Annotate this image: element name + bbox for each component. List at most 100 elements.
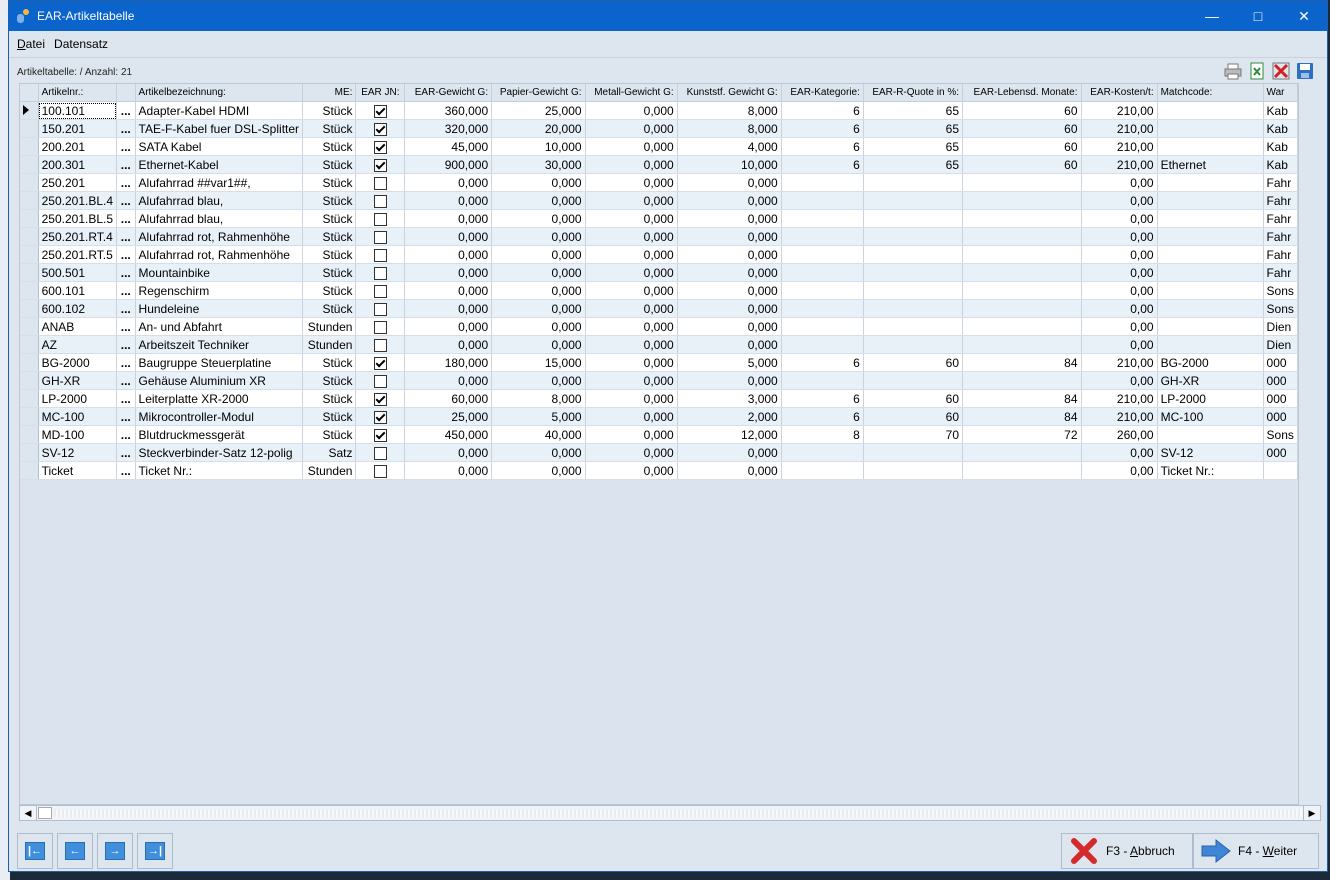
cell-ear-kosten[interactable]: 210,00: [1081, 155, 1158, 174]
cell-ear-lebensdauer[interactable]: 72: [962, 425, 1082, 444]
cell-artikelbezeichnung[interactable]: Arbeitszeit Techniker: [135, 335, 304, 354]
cell-ear-kategorie[interactable]: [781, 227, 864, 246]
cell-ear-lebensdauer[interactable]: [962, 317, 1082, 336]
cell-metall-gewicht[interactable]: 0,000: [585, 353, 678, 372]
cell-ear-gewicht[interactable]: 0,000: [404, 443, 493, 462]
cell-metall-gewicht[interactable]: 0,000: [585, 299, 678, 318]
row-selector[interactable]: [20, 173, 39, 192]
cell-artikelbezeichnung[interactable]: Alufahrrad blau,: [135, 209, 304, 228]
cell-ear-lebensdauer[interactable]: 84: [962, 389, 1082, 408]
cell-warengruppe[interactable]: [1263, 461, 1298, 480]
cell-artikelnr[interactable]: SV-12: [38, 443, 118, 462]
cell-me[interactable]: Satz: [302, 443, 357, 462]
cell-ear-kategorie[interactable]: [781, 281, 864, 300]
cell-me[interactable]: Stück: [302, 389, 357, 408]
cell-ear-kategorie[interactable]: 6: [781, 353, 864, 372]
cell-artikelbezeichnung[interactable]: Mikrocontroller-Modul: [135, 407, 304, 426]
lookup-button[interactable]: ...: [116, 263, 136, 282]
cell-ear-kosten[interactable]: 0,00: [1081, 317, 1158, 336]
next-record-button[interactable]: →: [97, 833, 133, 869]
col-ear-gewicht[interactable]: EAR-Gewicht G:: [404, 84, 493, 102]
cell-artikelbezeichnung[interactable]: Blutdruckmessgerät: [135, 425, 304, 444]
cell-artikelnr[interactable]: 250.201.RT.4: [38, 227, 118, 246]
cell-me[interactable]: Stück: [302, 191, 357, 210]
cell-ear-kosten[interactable]: 0,00: [1081, 281, 1158, 300]
cell-metall-gewicht[interactable]: 0,000: [585, 137, 678, 156]
cell-papier-gewicht[interactable]: 0,000: [491, 191, 586, 210]
minimize-button[interactable]: —: [1189, 1, 1235, 31]
cell-papier-gewicht[interactable]: 0,000: [491, 173, 586, 192]
row-selector[interactable]: [20, 407, 39, 426]
cell-metall-gewicht[interactable]: 0,000: [585, 443, 678, 462]
cell-ear-lebensdauer[interactable]: 84: [962, 353, 1082, 372]
cell-warengruppe[interactable]: Dien: [1263, 335, 1298, 354]
cell-matchcode[interactable]: [1157, 119, 1264, 138]
cell-me[interactable]: Stück: [302, 425, 357, 444]
cell-me[interactable]: Stück: [302, 281, 357, 300]
cell-ear-r-quote[interactable]: [863, 281, 964, 300]
cell-ear-kategorie[interactable]: [781, 299, 864, 318]
cell-ear-kategorie[interactable]: [781, 443, 864, 462]
cell-artikelbezeichnung[interactable]: Regenschirm: [135, 281, 304, 300]
cell-ear-jn[interactable]: [355, 101, 406, 120]
row-selector[interactable]: [20, 245, 39, 264]
excel-export-icon[interactable]: [1247, 61, 1267, 81]
cell-ear-jn[interactable]: [355, 209, 406, 228]
cell-ear-gewicht[interactable]: 360,000: [404, 101, 493, 120]
cell-matchcode[interactable]: [1157, 425, 1264, 444]
cell-ear-kosten[interactable]: 0,00: [1081, 335, 1158, 354]
lookup-button[interactable]: ...: [116, 155, 136, 174]
cell-papier-gewicht[interactable]: 10,000: [491, 137, 586, 156]
cell-artikelnr[interactable]: MD-100: [38, 425, 118, 444]
cell-artikelnr[interactable]: 250.201: [38, 173, 118, 192]
cell-papier-gewicht[interactable]: 25,000: [491, 101, 586, 120]
cell-me[interactable]: Stück: [302, 227, 357, 246]
cell-me[interactable]: Stück: [302, 173, 357, 192]
cell-matchcode[interactable]: [1157, 299, 1264, 318]
cell-kunststoff-gewicht[interactable]: 10,000: [677, 155, 782, 174]
cell-ear-kategorie[interactable]: [781, 263, 864, 282]
cell-artikelbezeichnung[interactable]: Hundeleine: [135, 299, 304, 318]
cell-ear-lebensdauer[interactable]: [962, 191, 1082, 210]
lookup-button[interactable]: ...: [116, 425, 136, 444]
cell-metall-gewicht[interactable]: 0,000: [585, 317, 678, 336]
cell-artikelbezeichnung[interactable]: Steckverbinder-Satz 12-polig: [135, 443, 304, 462]
cell-ear-kosten[interactable]: 210,00: [1081, 353, 1158, 372]
previous-record-button[interactable]: ←: [57, 833, 93, 869]
cell-warengruppe[interactable]: Fahr: [1263, 263, 1298, 282]
cell-ear-r-quote[interactable]: [863, 317, 964, 336]
cell-ear-r-quote[interactable]: [863, 245, 964, 264]
cell-artikelbezeichnung[interactable]: TAE-F-Kabel fuer DSL-Splitter: [135, 119, 304, 138]
cell-ear-jn[interactable]: [355, 317, 406, 336]
cell-ear-jn[interactable]: [355, 389, 406, 408]
cell-matchcode[interactable]: [1157, 263, 1264, 282]
row-selector[interactable]: [20, 119, 39, 138]
cell-ear-kosten[interactable]: 210,00: [1081, 119, 1158, 138]
cell-ear-gewicht[interactable]: 60,000: [404, 389, 493, 408]
cell-matchcode[interactable]: [1157, 281, 1264, 300]
cell-ear-kategorie[interactable]: 8: [781, 425, 864, 444]
cell-ear-r-quote[interactable]: [863, 227, 964, 246]
lookup-button[interactable]: ...: [116, 353, 136, 372]
lookup-button[interactable]: ...: [116, 281, 136, 300]
cell-ear-jn[interactable]: [355, 335, 406, 354]
cell-kunststoff-gewicht[interactable]: 0,000: [677, 245, 782, 264]
cell-papier-gewicht[interactable]: 30,000: [491, 155, 586, 174]
cell-papier-gewicht[interactable]: 0,000: [491, 227, 586, 246]
lookup-button[interactable]: ...: [116, 335, 136, 354]
cell-ear-kategorie[interactable]: 6: [781, 137, 864, 156]
close-button[interactable]: ✕: [1281, 1, 1327, 31]
ear-checkbox[interactable]: [373, 230, 387, 244]
cell-kunststoff-gewicht[interactable]: 2,000: [677, 407, 782, 426]
cell-matchcode[interactable]: [1157, 209, 1264, 228]
col-me[interactable]: ME:: [302, 84, 357, 102]
cell-ear-r-quote[interactable]: 70: [863, 425, 964, 444]
cell-me[interactable]: Stück: [302, 353, 357, 372]
table-row[interactable]: 100.101... Adapter-Kabel HDMI Stück 360,000…: [20, 101, 1298, 120]
cell-metall-gewicht[interactable]: 0,000: [585, 173, 678, 192]
cell-artikelnr[interactable]: 500.501: [38, 263, 118, 282]
lookup-button[interactable]: ...: [116, 137, 136, 156]
cell-artikelbezeichnung[interactable]: Baugruppe Steuerplatine: [135, 353, 304, 372]
cell-ear-lebensdauer[interactable]: [962, 443, 1082, 462]
scroll-right-arrow-icon[interactable]: ▶: [1303, 806, 1320, 820]
